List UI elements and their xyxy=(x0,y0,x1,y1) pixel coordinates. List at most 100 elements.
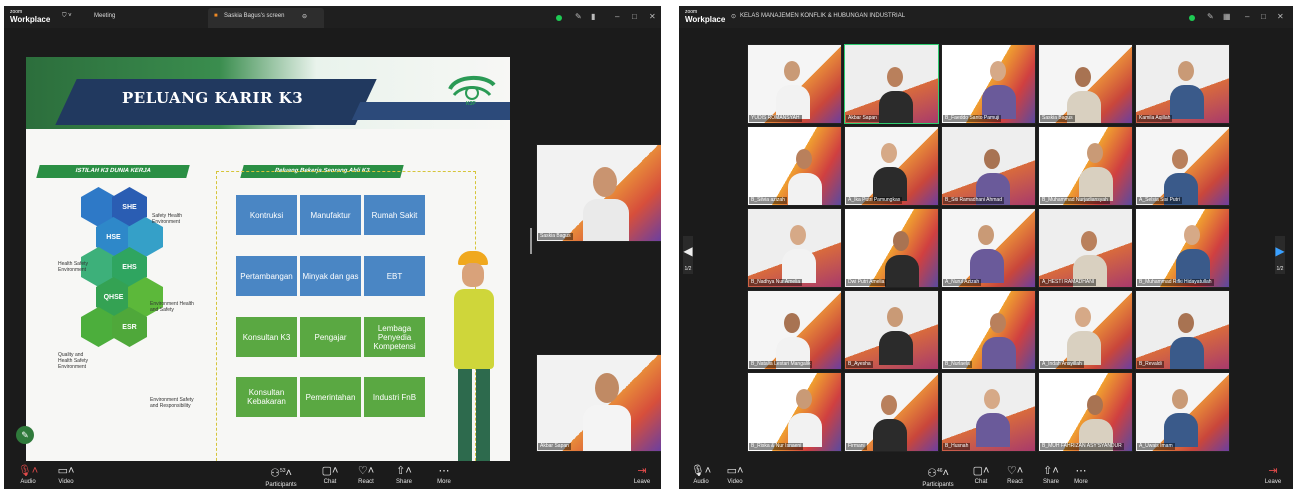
participant-face xyxy=(990,313,1006,333)
video-tile[interactable]: A_Nurul Azizah xyxy=(941,208,1036,288)
video-tile[interactable]: B_MUH FAHRIZAN ASY'SYANDUR xyxy=(1038,372,1133,452)
encryption-dot-icon xyxy=(1189,15,1195,21)
participant-face xyxy=(790,225,806,245)
tab-meeting[interactable]: Meeting xyxy=(84,8,202,28)
video-tile[interactable]: A_Selsia Sisi Putri xyxy=(1135,126,1230,206)
maximize-icon[interactable]: □ xyxy=(632,12,637,21)
participant-name: B_Natalia Lestari Mangalik xyxy=(749,361,813,368)
splitter-handle[interactable] xyxy=(530,228,532,254)
participant-body xyxy=(1176,249,1210,283)
video-tile[interactable]: B_Faeddo Santo Pamuji xyxy=(941,44,1036,124)
shield-icon[interactable]: ⊙ xyxy=(731,13,736,20)
video-tile[interactable]: A_HESTI RAMADHANI xyxy=(1038,208,1133,288)
participants-label: Participants xyxy=(265,481,297,488)
meeting-toolbar: 🎙︎˄ Audio ▭˄ Video ⚇46˄ Participants ▢˄ Chat… xyxy=(679,461,1293,489)
close-icon[interactable]: ✕ xyxy=(649,12,656,21)
video-button[interactable]: ▭˄ Video xyxy=(48,464,84,486)
video-tile[interactable]: Kamila Aqillah xyxy=(1135,44,1230,124)
video-tile[interactable]: B_Muhammad Nurjadiansyah xyxy=(1038,126,1133,206)
shield-icon[interactable]: ⛉ ˅ xyxy=(62,13,72,20)
leave-button[interactable]: ⇥ Leave xyxy=(1255,464,1291,486)
close-icon[interactable]: ✕ xyxy=(1277,12,1284,21)
title-bar: zoom Workplace ⊙ KELAS MANAJEMEN KONFLIK… xyxy=(679,6,1293,28)
shared-slide: PELUANG KARIR K3 K3P ISTILAH K3 DUNIA KE… xyxy=(26,57,510,485)
participant-body xyxy=(788,413,822,447)
react-button[interactable]: ♡˄ React xyxy=(997,464,1033,486)
career-cell: Konsultan Kebakaran xyxy=(236,377,297,417)
react-button[interactable]: ♡˄ React xyxy=(348,464,384,486)
participants-button[interactable]: ⚇46˄ Participants xyxy=(917,464,959,489)
participant-body xyxy=(982,337,1016,369)
video-tile[interactable]: Saskia Bagus xyxy=(536,144,661,242)
participant-face xyxy=(887,67,903,87)
next-page-button[interactable]: ▶ 1/2 xyxy=(1275,236,1285,274)
participant-name: A_Selsia Sisi Putri xyxy=(1137,197,1182,204)
annotate-pen-icon[interactable]: ✎ xyxy=(16,426,34,444)
video-tile[interactable]: B_Silvia azizah xyxy=(747,126,842,206)
participant-name: A_Indah Ansyillah xyxy=(1040,361,1084,368)
participant-face xyxy=(984,389,1000,409)
video-tile[interactable]: YUDIS ROMANSYAH xyxy=(747,44,842,124)
career-cell: Kontruksi xyxy=(236,195,297,235)
video-tile[interactable]: B_Husnah xyxy=(941,372,1036,452)
minimize-icon[interactable]: – xyxy=(615,12,619,21)
participant-face xyxy=(990,61,1006,81)
video-tile[interactable]: B_Siti Ramadhani Ahmad xyxy=(941,126,1036,206)
page-indicator-left: 1/2 xyxy=(684,266,692,272)
video-tile[interactable]: B_Nadhya Nur Amelia xyxy=(747,208,842,288)
tab-add-icon[interactable]: ⊖ xyxy=(302,13,307,20)
participant-face xyxy=(1172,149,1188,169)
participant-name: A_HESTI RAMADHANI xyxy=(1040,279,1097,286)
participant-name: YUDIS ROMANSYAH xyxy=(749,115,802,122)
share-button[interactable]: ⇧˄ Share xyxy=(386,464,422,486)
participant-name: A_Uwais Imam xyxy=(1137,443,1175,450)
pen-icon[interactable]: ✎ xyxy=(1207,12,1214,21)
video-tile[interactable]: A_Ika Putri Pamungkas xyxy=(844,126,939,206)
pen-icon[interactable]: ✎ xyxy=(575,12,582,21)
video-tile[interactable]: A_Indah Ansyillah xyxy=(1038,290,1133,370)
minimize-icon[interactable]: – xyxy=(1245,12,1249,21)
participant-face xyxy=(784,61,800,81)
audio-button[interactable]: 🎙︎˄ Audio xyxy=(683,464,719,486)
more-button[interactable]: ⋯ More xyxy=(1063,464,1099,486)
participant-face xyxy=(978,225,994,245)
video-tile[interactable]: Akbar Sapan xyxy=(844,44,939,124)
participant-name: B_Revaldi xyxy=(1137,361,1164,368)
k3-logo-text: K3P xyxy=(466,101,476,107)
view-icon[interactable]: ▦ xyxy=(1223,12,1231,21)
video-tile[interactable]: Saskia Bagus xyxy=(1038,44,1133,124)
video-tile[interactable]: B_Ayesha xyxy=(844,290,939,370)
video-tile[interactable]: B_Natalia Lestari Mangalik xyxy=(747,290,842,370)
participant-face xyxy=(1087,143,1103,163)
video-label: Video xyxy=(727,479,743,485)
video-tile[interactable]: B_Riska & Nur Isnaeni xyxy=(747,372,842,452)
leave-icon: ⇥ xyxy=(1268,465,1278,477)
logo-text: Workplace xyxy=(685,15,726,24)
chat-button[interactable]: ▢˄ Chat xyxy=(312,464,348,486)
chat-button[interactable]: ▢˄ Chat xyxy=(963,464,999,486)
audio-button[interactable]: 🎙︎˄ Audio xyxy=(10,464,46,486)
participants-button[interactable]: ⚇53˄ Participants xyxy=(260,464,302,489)
video-tile[interactable]: B_Revaldi xyxy=(1135,290,1230,370)
video-tile[interactable]: Akbar Sapan xyxy=(536,354,661,452)
more-button[interactable]: ⋯ More xyxy=(426,464,462,486)
slide-title: PELUANG KARIR K3 xyxy=(122,89,304,107)
video-tile[interactable]: B_Muhammad Rifki Hidayatullah xyxy=(1135,208,1230,288)
participant-face xyxy=(881,143,897,163)
view-icon[interactable]: ▮ xyxy=(591,12,595,21)
video-tile[interactable]: A_Uwais Imam xyxy=(1135,372,1230,452)
prev-page-button[interactable]: ◀ 1/2 xyxy=(683,236,693,274)
video-tile[interactable]: Firmani xyxy=(844,372,939,452)
career-cell: Konsultan K3 xyxy=(236,317,297,357)
leave-label: Leave xyxy=(1264,479,1282,485)
participant-name: Saskia Bagus xyxy=(538,233,573,240)
mic-muted-icon: 🎙︎˄ xyxy=(17,465,39,477)
career-cell: Minyak dan gas xyxy=(300,256,361,296)
leave-button[interactable]: ⇥ Leave xyxy=(624,464,660,486)
video-tile[interactable]: B_Nurlaela xyxy=(941,290,1036,370)
video-tile[interactable]: Dwi Putri Amelia xyxy=(844,208,939,288)
participants-label: Participants xyxy=(922,481,954,488)
share-icon: ⇧˄ xyxy=(396,465,412,477)
maximize-icon[interactable]: □ xyxy=(1261,12,1266,21)
video-button[interactable]: ▭˄ Video xyxy=(717,464,753,486)
